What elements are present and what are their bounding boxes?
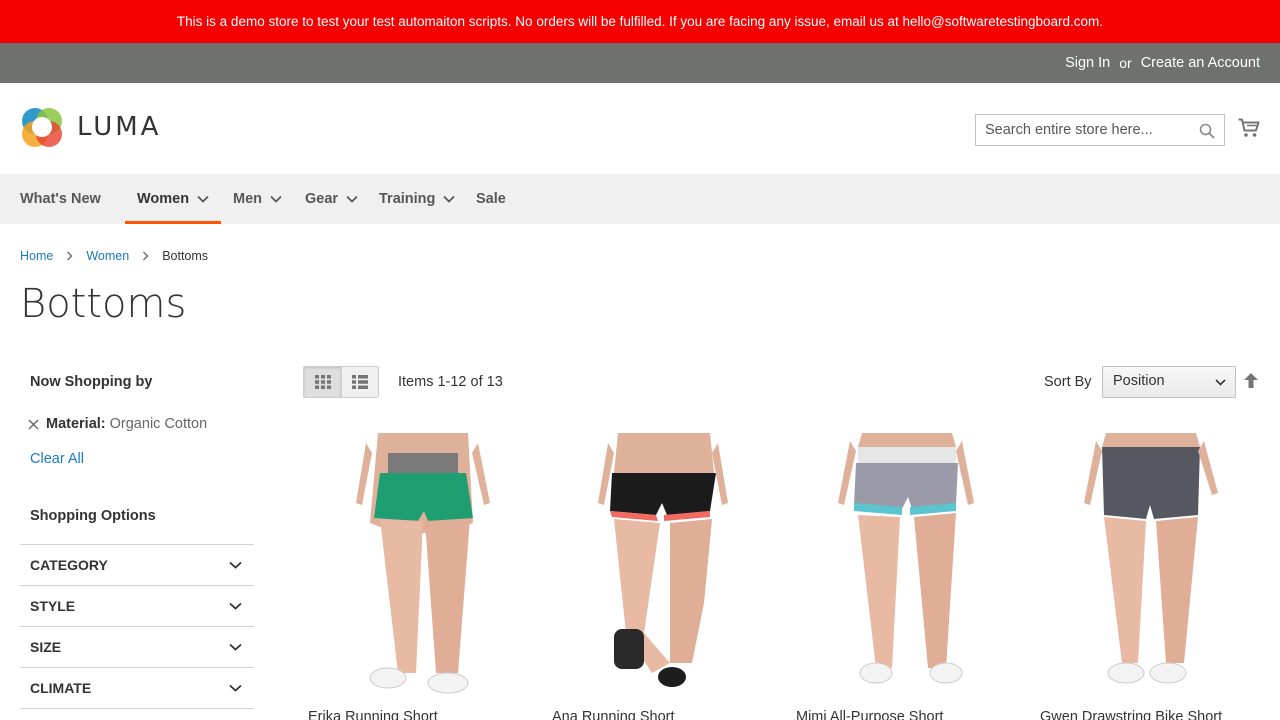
shopping-options-title: Shopping Options [30, 508, 156, 524]
sign-in-link[interactable]: Sign In [1065, 55, 1110, 71]
nav-whats-new[interactable]: What's New [20, 174, 101, 224]
remove-filter-icon[interactable] [28, 419, 39, 430]
chevron-down-icon [229, 602, 242, 610]
nav-label: Men [233, 191, 262, 207]
filter-option-label: CLIMATE [30, 680, 92, 696]
chevron-down-icon [229, 643, 242, 651]
product-name[interactable]: Erika Running Short [308, 709, 438, 720]
logo[interactable]: LUMA [20, 105, 161, 149]
breadcrumb-women[interactable]: Women [86, 249, 129, 263]
chevron-down-icon [229, 684, 242, 692]
chevron-down-icon [346, 195, 358, 203]
nav-training[interactable]: Training [379, 174, 456, 224]
product-item[interactable]: Ana Running Short [552, 433, 780, 720]
chevron-right-icon [67, 251, 73, 261]
list-icon [352, 375, 368, 389]
product-item[interactable]: Gwen Drawstring Bike Short [1040, 433, 1260, 720]
sort-by-label: Sort By [1044, 374, 1092, 390]
top-panel: Sign In or Create an Account [0, 43, 1280, 83]
nav-label: Gear [305, 191, 339, 207]
demo-banner-text: This is a demo store to test your test a… [176, 14, 1104, 29]
sort-by-select[interactable]: Position [1102, 366, 1236, 398]
nav-label: Women [137, 191, 190, 207]
chevron-down-icon [197, 195, 209, 203]
nav-women[interactable]: Women [125, 174, 222, 224]
product-name[interactable]: Ana Running Short [552, 709, 675, 720]
chevron-down-icon [443, 195, 456, 203]
products-toolbar: Items 1-12 of 13 Sort By Position [303, 366, 1260, 398]
filter-option-category[interactable]: CATEGORY [20, 545, 254, 586]
filter-value: Organic Cotton [109, 416, 208, 432]
clear-all-link[interactable]: Clear All [30, 451, 84, 467]
product-image-erika-short[interactable] [308, 433, 536, 699]
header: LUMA [0, 83, 1280, 174]
nav-gear[interactable]: Gear [305, 174, 358, 224]
search-icon[interactable] [1199, 123, 1215, 139]
now-shopping-title: Now Shopping by [30, 374, 153, 390]
nav-label: Sale [476, 191, 506, 207]
page-title: Bottoms [20, 281, 187, 327]
nav-men[interactable]: Men [233, 174, 282, 224]
filter-label: Material: [46, 416, 106, 432]
filter-option-label: CATEGORY [30, 557, 108, 573]
chevron-down-icon [270, 195, 282, 203]
filter-option-label: SIZE [30, 639, 62, 655]
product-image-ana-short[interactable] [552, 433, 780, 699]
chevron-down-icon [229, 561, 242, 569]
toolbar-amount: Items 1-12 of 13 [398, 374, 503, 390]
search-input[interactable] [976, 115, 1224, 145]
active-filter: Material: Organic Cotton [28, 416, 207, 432]
breadcrumb: Home Women Bottoms [20, 249, 208, 263]
product-grid: Erika Running Short Ana Running Short Mi… [308, 433, 1260, 720]
filter-option-style[interactable]: STYLE [20, 586, 254, 627]
filter-option-climate[interactable]: CLIMATE [20, 668, 254, 709]
or-text: or [1119, 55, 1132, 71]
breadcrumb-home[interactable]: Home [20, 249, 53, 263]
product-item[interactable]: Mimi All-Purpose Short [796, 433, 1024, 720]
product-image-mimi-short[interactable] [796, 433, 1024, 699]
cart-icon [1238, 118, 1260, 137]
sort-direction-arrow-up-icon[interactable] [1244, 373, 1258, 389]
nav-label: What's New [20, 191, 101, 207]
filter-option-size[interactable]: SIZE [20, 627, 254, 668]
chevron-right-icon [143, 251, 149, 261]
filter-options: CATEGORY STYLE SIZE CLIMATE [20, 544, 254, 709]
list-mode-button[interactable] [341, 367, 378, 397]
minicart[interactable] [1238, 118, 1260, 143]
product-item[interactable]: Erika Running Short [308, 433, 536, 720]
filter-option-label: STYLE [30, 598, 76, 614]
demo-banner: This is a demo store to test your test a… [0, 0, 1280, 43]
search-box [975, 114, 1225, 146]
product-name[interactable]: Gwen Drawstring Bike Short [1040, 709, 1222, 720]
nav-sale[interactable]: Sale [476, 174, 506, 224]
product-image-gwen-short[interactable] [1040, 433, 1260, 699]
product-name[interactable]: Mimi All-Purpose Short [796, 709, 943, 720]
view-modes [303, 366, 379, 398]
breadcrumb-current: Bottoms [162, 249, 209, 263]
main-nav: What's New Women Men Gear Training Sale [0, 174, 1280, 224]
grid-icon [314, 375, 331, 389]
nav-label: Training [379, 191, 436, 207]
create-account-link[interactable]: Create an Account [1141, 55, 1260, 71]
chevron-down-icon [1215, 379, 1226, 386]
logo-text: LUMA [77, 112, 162, 142]
grid-mode-button[interactable] [304, 367, 341, 397]
sort-by-value: Position [1113, 373, 1165, 389]
luma-logo-icon [22, 108, 62, 147]
